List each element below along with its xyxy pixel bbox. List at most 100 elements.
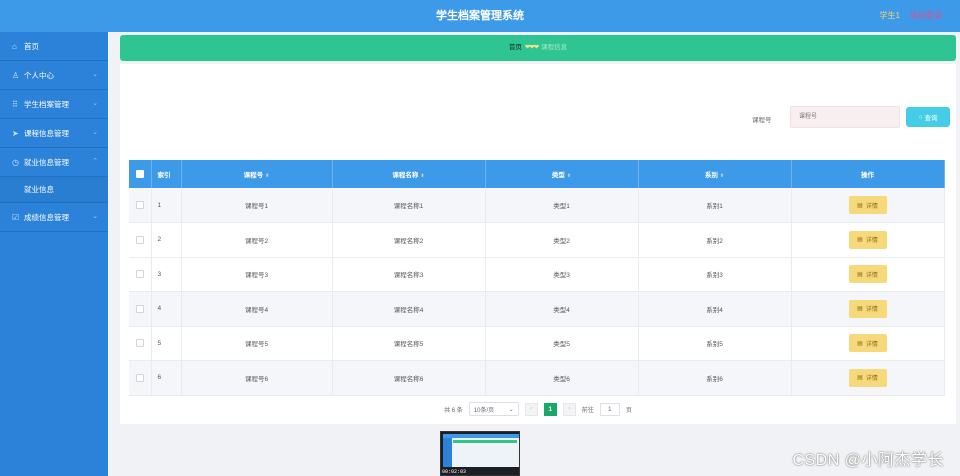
row-checkbox[interactable]	[135, 270, 144, 279]
detail-button[interactable]: ▤ 详情	[848, 368, 887, 387]
next-page-button[interactable]: ›	[562, 402, 576, 416]
sort-icon[interactable]: ⬍	[420, 173, 424, 179]
user-role: 学生1	[879, 11, 900, 20]
video-timestamp: 00:02:03	[442, 469, 467, 475]
breadcrumb-home[interactable]: 首页	[509, 44, 522, 51]
cell-type: 类型1	[485, 188, 639, 223]
detail-button[interactable]: ▤ 详情	[848, 334, 887, 353]
row-checkbox-cell[interactable]	[129, 291, 152, 327]
main-content: 首页❤❤❤课程信息 课程号 ○ 查询 索引 课程号⬍ 课程名称⬍ 类型⬍ 系别⬍…	[108, 32, 960, 476]
chevron-down-icon: ⌄	[508, 406, 514, 413]
breadcrumb: 首页 ❤❤❤ 课程信息	[120, 35, 956, 61]
page-size-value: 10条/页	[473, 407, 495, 414]
sidebar-subitem-employment-info[interactable]: 就业信息	[0, 177, 108, 203]
video-preview-breadcrumb	[453, 440, 517, 443]
row-checkbox[interactable]	[135, 339, 144, 348]
cell-action: ▤ 详情	[791, 188, 945, 223]
row-checkbox-cell[interactable]	[129, 222, 152, 258]
detail-button-label: 详情	[865, 341, 878, 348]
cell-course-no: 课程号1	[181, 188, 333, 223]
row-checkbox-cell[interactable]	[129, 257, 152, 292]
column-header-course-no[interactable]: 课程号 ⬍	[181, 160, 333, 188]
sidebar: ⌂ 首页 ♙ 个人中心 ⌄ ⠿ 学生档案管理 ⌄ ➤ 课程信息管理 ⌄ ◷ 就业…	[0, 32, 108, 476]
document-icon: ▤	[857, 271, 863, 278]
watermark: CSDN @小阿杰学长	[792, 452, 944, 469]
chevron-down-icon: ⌄	[92, 129, 98, 136]
course-number-search-input[interactable]	[790, 106, 900, 128]
column-header-type[interactable]: 类型 ⬍	[485, 160, 639, 188]
table-row: 5 课程号5 课程名称5 类型5 系别5 ▤ 详情	[129, 326, 945, 361]
detail-button-label: 详情	[865, 203, 878, 210]
cell-action: ▤ 详情	[791, 291, 945, 327]
row-checkbox[interactable]	[135, 201, 144, 209]
cell-course-no: 课程号6	[181, 360, 333, 396]
sidebar-item-home[interactable]: ⌂ 首页	[0, 32, 108, 61]
logout-link[interactable]: 退出登录	[910, 0, 942, 32]
chevron-left-icon: ‹	[530, 406, 533, 412]
detail-button[interactable]: ▤ 详情	[848, 230, 887, 249]
clock-icon: ◷	[12, 157, 19, 167]
cell-type: 类型5	[485, 326, 639, 361]
video-preview-thumbnail[interactable]: 00:02:03	[440, 431, 520, 476]
select-all-checkbox[interactable]	[135, 170, 144, 178]
cell-type: 类型6	[485, 360, 639, 396]
search-button-label: 查询	[924, 115, 938, 122]
pagination-total: 共 6 条	[444, 407, 463, 414]
row-checkbox[interactable]	[135, 373, 144, 382]
cell-action: ▤ 详情	[791, 326, 945, 361]
sidebar-item-label: 成绩信息管理	[24, 212, 69, 222]
detail-button-label: 详情	[865, 376, 878, 383]
sort-icon[interactable]: ⬍	[567, 173, 571, 179]
cell-index: 1	[151, 188, 182, 223]
detail-button[interactable]: ▤ 详情	[848, 265, 887, 284]
sort-icon[interactable]: ⬍	[720, 173, 724, 179]
row-checkbox[interactable]	[135, 304, 144, 313]
row-checkbox-cell[interactable]	[129, 188, 152, 223]
column-header-label: 类型	[551, 172, 565, 179]
send-icon: ➤	[12, 128, 19, 138]
cell-course-no: 课程号2	[181, 222, 333, 258]
chevron-down-icon: ⌄	[92, 213, 98, 220]
cell-dept: 系别5	[638, 326, 792, 361]
row-checkbox[interactable]	[135, 235, 144, 244]
table-row: 2 课程号2 课程名称2 类型2 系别2 ▤ 详情	[129, 222, 945, 258]
cell-course-no: 课程号5	[181, 326, 333, 361]
sidebar-item-grades[interactable]: ☑ 成绩信息管理 ⌄	[0, 203, 108, 232]
column-header-dept[interactable]: 系别 ⬍	[638, 160, 792, 188]
row-checkbox-cell[interactable]	[129, 326, 152, 361]
document-icon: ▤	[857, 237, 863, 244]
cell-index: 6	[151, 360, 182, 396]
goto-page-input[interactable]: 1	[599, 402, 620, 416]
detail-button-label: 详情	[865, 272, 878, 279]
column-header-action: 操作	[791, 160, 945, 188]
cell-dept: 系别3	[638, 257, 792, 292]
column-header-label: 课程号	[243, 172, 264, 179]
sidebar-item-student-archive[interactable]: ⠿ 学生档案管理 ⌄	[0, 90, 108, 119]
detail-button[interactable]: ▤ 详情	[848, 196, 887, 214]
sidebar-item-personal-center[interactable]: ♙ 个人中心 ⌄	[0, 61, 108, 90]
page-size-select[interactable]: 10条/页 ⌄	[468, 402, 519, 416]
column-header-label: 系别	[704, 172, 718, 179]
cell-type: 类型2	[485, 222, 639, 258]
cell-course-no: 课程号4	[181, 291, 333, 327]
select-all-cell[interactable]	[129, 160, 152, 188]
cell-action: ▤ 详情	[791, 257, 945, 292]
cell-dept: 系别6	[638, 360, 792, 396]
column-header-course-name[interactable]: 课程名称 ⬍	[332, 160, 486, 188]
table-header-row: 索引 课程号 ⬍ 课程名称 ⬍ 类型 ⬍ 系别 ⬍ 操作	[129, 160, 945, 188]
video-preview-header	[443, 434, 519, 438]
sidebar-item-employment[interactable]: ◷ 就业信息管理 ⌃	[0, 148, 108, 177]
cell-dept: 系别2	[638, 222, 792, 258]
document-icon: ▤	[857, 306, 863, 313]
sidebar-item-course-info[interactable]: ➤ 课程信息管理 ⌄	[0, 119, 108, 148]
sort-icon[interactable]: ⬍	[265, 173, 269, 179]
page-number-current[interactable]: 1	[543, 402, 557, 416]
cell-course-name: 课程名称1	[332, 188, 486, 223]
prev-page-button[interactable]: ‹	[524, 402, 538, 416]
search-button[interactable]: ○ 查询	[906, 107, 950, 127]
sidebar-item-label: 首页	[24, 41, 39, 51]
row-checkbox-cell[interactable]	[129, 360, 152, 396]
detail-button[interactable]: ▤ 详情	[848, 299, 887, 318]
cell-dept: 系别4	[638, 291, 792, 327]
document-icon: ▤	[857, 202, 863, 209]
